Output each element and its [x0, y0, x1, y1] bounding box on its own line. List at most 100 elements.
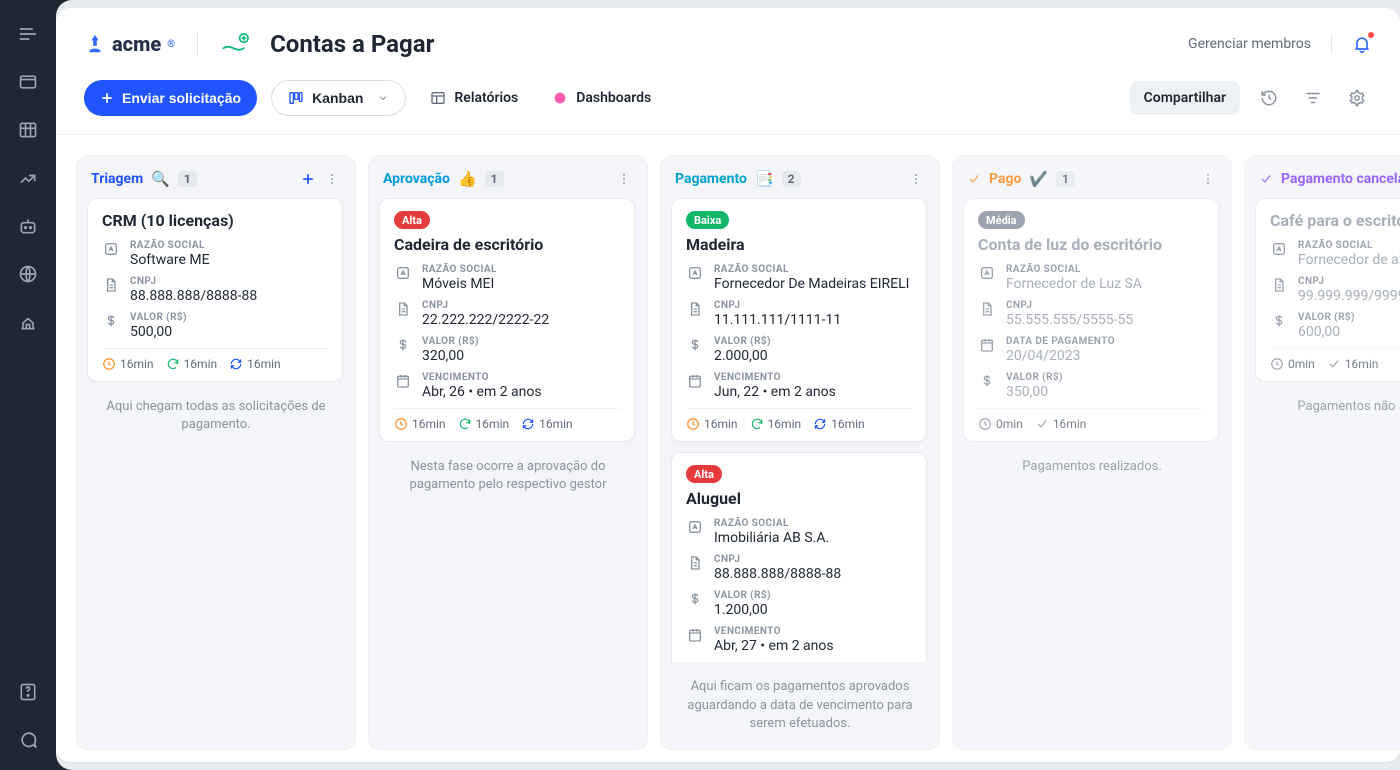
dashboards-link[interactable]: Dashboards	[542, 90, 661, 106]
nav-item-2-icon[interactable]	[18, 120, 38, 140]
field-label: DATA DE PAGAMENTO	[1006, 336, 1115, 347]
view-switcher[interactable]: Kanban	[271, 80, 406, 116]
valor-icon	[686, 337, 704, 364]
lane-emoji-icon: ✔️	[1029, 170, 1048, 188]
card-field: RAZÃO SOCIALFornecedor De Madeiras EIREL…	[686, 264, 912, 292]
time-value: 16min	[768, 417, 802, 431]
field-label: RAZÃO SOCIAL	[130, 240, 210, 251]
lane-menu-icon[interactable]	[907, 170, 925, 188]
menu-toggle-icon[interactable]	[18, 24, 38, 44]
gear-icon[interactable]	[1342, 83, 1372, 113]
manage-members-link[interactable]: Gerenciar membros	[1188, 36, 1311, 52]
field-label: VALOR (R$)	[714, 336, 771, 347]
check-icon	[1035, 417, 1049, 431]
brand-logo[interactable]: acme ®	[84, 32, 175, 56]
clock-icon	[102, 357, 116, 371]
card[interactable]: BaixaMadeiraRAZÃO SOCIALFornecedor De Ma…	[671, 198, 927, 442]
card-title: Cadeira de escritório	[394, 235, 620, 254]
card[interactable]: Café para o escritórioRAZÃO SOCIALFornec…	[1255, 198, 1400, 382]
nav-item-1-icon[interactable]	[18, 72, 38, 92]
lane-emoji-icon: 📑	[755, 170, 774, 188]
field-value: 320,00	[422, 348, 479, 364]
field-label: CNPJ	[714, 554, 841, 565]
lane-emoji-icon: 🔍	[151, 170, 170, 188]
field-value: Jun, 22 • em 2 anos	[714, 384, 836, 400]
priority-badge: Média	[978, 211, 1025, 229]
field-value: 2.000,00	[714, 348, 771, 364]
lane-footer: Pagamentos não autorizados.	[1255, 392, 1400, 418]
nav-item-5-icon[interactable]	[18, 264, 38, 284]
brand-name: acme	[112, 32, 161, 56]
nav-item-4-icon[interactable]	[18, 216, 38, 236]
field-label: VENCIMENTO	[714, 626, 834, 637]
card-title: CRM (10 licenças)	[102, 211, 328, 230]
venc-icon	[978, 337, 996, 364]
toolbar: Enviar solicitação Kanban Relatórios Das…	[56, 76, 1400, 135]
field-label: VALOR (R$)	[1006, 372, 1063, 383]
field-label: VALOR (R$)	[1298, 312, 1355, 323]
lane-cancelado: Pagamento cancelado1Café para o escritór…	[1244, 155, 1400, 750]
card[interactable]: MédiaConta de luz do escritórioRAZÃO SOC…	[963, 198, 1219, 442]
field-value: 88.888.888/8888-88	[130, 288, 257, 304]
lane-menu-icon[interactable]	[615, 170, 633, 188]
field-label: VALOR (R$)	[714, 590, 771, 601]
help-icon[interactable]	[18, 682, 38, 702]
field-label: VENCIMENTO	[714, 372, 836, 383]
chevron-down-icon	[377, 92, 389, 104]
filter-icon[interactable]	[1298, 83, 1328, 113]
time-metric: 16min	[229, 357, 281, 371]
lane-emoji-icon: 👍	[458, 170, 477, 188]
time-metric: 16min	[686, 417, 738, 431]
submit-request-button[interactable]: Enviar solicitação	[84, 80, 257, 116]
lane-menu-icon[interactable]	[1199, 170, 1217, 188]
valor-icon	[978, 373, 996, 400]
card[interactable]: AltaAluguelRAZÃO SOCIALImobiliária AB S.…	[671, 452, 927, 662]
nav-item-3-icon[interactable]	[18, 168, 38, 188]
clock-icon	[1270, 357, 1284, 371]
module-icon	[220, 30, 254, 58]
field-label: CNPJ	[422, 300, 549, 311]
chat-icon[interactable]	[18, 730, 38, 750]
field-value: 55.555.555/5555-55	[1006, 312, 1133, 328]
field-value: 22.222.222/2222-22	[422, 312, 549, 328]
plus-icon	[100, 91, 114, 105]
field-label: RAZÃO SOCIAL	[422, 264, 497, 275]
card[interactable]: AltaCadeira de escritórioRAZÃO SOCIALMóv…	[379, 198, 635, 442]
lane-footer: Aqui ficam os pagamentos aprovados aguar…	[671, 672, 929, 735]
notifications-button[interactable]	[1352, 34, 1372, 54]
venc-icon	[394, 373, 412, 400]
kanban-board[interactable]: Triagem🔍1CRM (10 licenças)RAZÃO SOCIALSo…	[56, 135, 1400, 762]
reports-link[interactable]: Relatórios	[420, 90, 528, 106]
razao-icon	[686, 265, 704, 292]
lane-body: Café para o escritórioRAZÃO SOCIALFornec…	[1255, 198, 1400, 382]
lane-count: 1	[178, 171, 197, 187]
share-button[interactable]: Compartilhar	[1130, 81, 1240, 115]
card[interactable]: CRM (10 licenças)RAZÃO SOCIALSoftware ME…	[87, 198, 343, 382]
lane-actions	[299, 170, 341, 188]
valor-icon	[1270, 313, 1288, 340]
field-value: 350,00	[1006, 384, 1063, 400]
time-metric: 16min	[166, 357, 218, 371]
add-card-icon[interactable]	[299, 170, 317, 188]
card-field: CNPJ99.999.999/9999-99	[1270, 276, 1400, 304]
field-label: RAZÃO SOCIAL	[1006, 264, 1142, 275]
kanban-icon	[288, 90, 304, 106]
time-metric: 16min	[1327, 357, 1379, 371]
field-value: Fornecedor de Luz SA	[1006, 276, 1142, 292]
lane-footer: Nesta fase ocorre a aprovação do pagamen…	[379, 452, 637, 496]
card-footer: 16min16min16min	[686, 408, 912, 431]
card-field: CNPJ88.888.888/8888-88	[686, 554, 912, 582]
field-value: 99.999.999/9999-99	[1298, 288, 1400, 304]
field-value: Fornecedor de alimentos	[1298, 252, 1400, 268]
history-icon[interactable]	[1254, 83, 1284, 113]
card-title: Madeira	[686, 235, 912, 254]
field-label: RAZÃO SOCIAL	[1298, 240, 1400, 251]
valor-icon	[394, 337, 412, 364]
nav-item-6-icon[interactable]	[18, 312, 38, 332]
header-right: Gerenciar membros	[1188, 34, 1372, 54]
cnpj-icon	[978, 301, 996, 328]
lane-footer: Pagamentos realizados.	[963, 452, 1221, 478]
lane-menu-icon[interactable]	[323, 170, 341, 188]
card-footer: 16min16min16min	[102, 348, 328, 371]
lane-actions	[1199, 170, 1217, 188]
